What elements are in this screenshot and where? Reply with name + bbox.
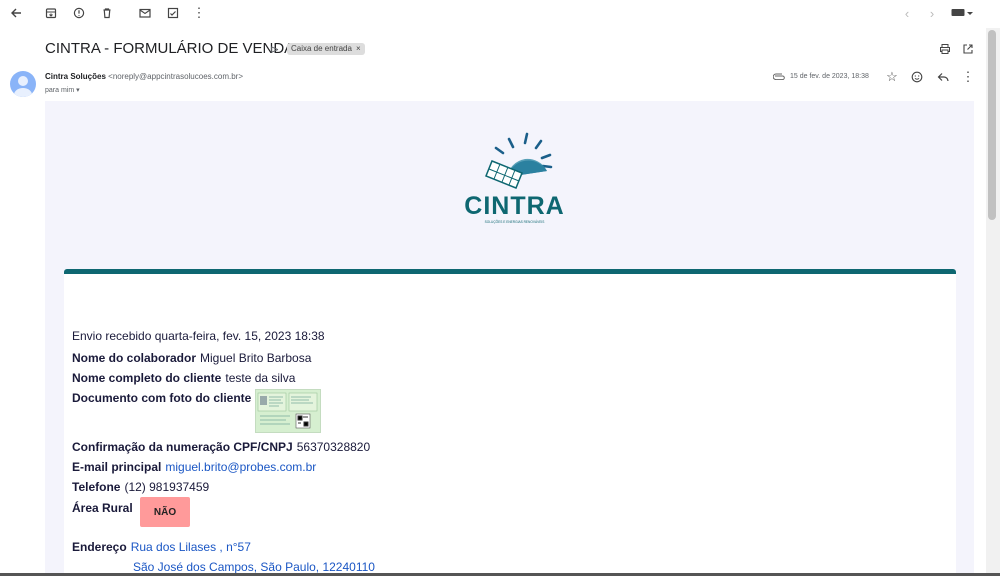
cpf-label: Confirmação da numeração CPF/CNPJ (72, 440, 293, 454)
field-client-name: Nome completo do cliente teste da silva (72, 371, 295, 385)
email-subject: CINTRA - FORMULÁRIO DE VENDA (45, 40, 295, 57)
phone-label: Telefone (72, 480, 121, 494)
collaborator-value: Miguel Brito Barbosa (200, 351, 312, 365)
attachment-icon (770, 67, 788, 85)
inbox-label-chip[interactable]: Caixa de entrada × (287, 43, 365, 55)
client-label: Nome completo do cliente (72, 371, 222, 385)
chevron-right-icon[interactable]: › (922, 4, 942, 22)
document-label: Documento com foto do cliente (72, 391, 252, 405)
email-label: E-mail principal (72, 460, 162, 474)
emoji-reaction-icon[interactable] (908, 68, 926, 86)
more-vert-icon[interactable]: ⋮ (189, 4, 209, 22)
report-icon[interactable] (69, 4, 89, 22)
phone-value: (12) 981937459 (124, 480, 210, 494)
field-rural: Área Rural (72, 501, 133, 515)
address-line2[interactable]: São José dos Campos, São Paulo, 12240110 (133, 560, 375, 574)
label-remove-icon[interactable]: × (356, 43, 361, 55)
print-icon[interactable] (936, 40, 954, 58)
field-address: Endereço Rua dos Lilases , n°57 (72, 540, 251, 554)
recipient-dropdown[interactable]: para mim ▾ (45, 86, 80, 94)
chevron-left-icon[interactable]: ‹ (897, 4, 917, 22)
field-phone: Telefone (12) 981937459 (72, 480, 209, 494)
importance-marker-icon[interactable]: ⊳ (270, 43, 279, 56)
collaborator-label: Nome do colaborador (72, 351, 197, 365)
trash-icon[interactable] (97, 4, 117, 22)
inbox-label-text: Caixa de entrada (291, 44, 352, 53)
open-in-new-window-icon[interactable] (959, 40, 977, 58)
received-timestamp: Envio recebido quarta-feira, fev. 15, 20… (72, 329, 325, 343)
form-card: Envio recebido quarta-feira, fev. 15, 20… (64, 269, 956, 576)
email-date: 15 de fev. de 2023, 18:38 (790, 73, 869, 80)
sender-avatar[interactable] (10, 71, 36, 97)
sender-email: <noreply@appcintrasolucoes.com.br> (108, 72, 243, 81)
id-document-thumbnail[interactable] (255, 389, 321, 433)
field-document: Documento com foto do cliente (72, 391, 251, 405)
cpf-value: 56370328820 (296, 440, 371, 454)
client-value: teste da silva (225, 371, 296, 385)
caret-down-icon: ▾ (76, 87, 80, 94)
rural-status-badge: NÃO (140, 497, 190, 527)
sender-line: Cintra Soluções <noreply@appcintrasoluco… (45, 72, 243, 81)
mail-icon[interactable] (135, 4, 155, 22)
scrollbar-thumb[interactable] (988, 30, 996, 220)
email-body: CINTRA SOLUÇÕES E ENERGIAS RENOVÁVEIS En… (45, 101, 974, 576)
email-link[interactable]: miguel.brito@probes.com.br (165, 460, 316, 474)
reply-icon[interactable] (934, 68, 952, 86)
address-label: Endereço (72, 540, 127, 554)
field-email: E-mail principal miguel.brito@probes.com.… (72, 460, 316, 474)
move-to-icon[interactable] (163, 4, 183, 22)
field-collaborator: Nome do colaborador Miguel Brito Barbosa (72, 351, 311, 365)
rural-label: Área Rural (72, 501, 133, 515)
star-icon[interactable]: ☆ (883, 68, 901, 86)
arrow-left-icon[interactable] (6, 4, 26, 22)
more-options-icon[interactable]: ⋮ (959, 68, 977, 86)
address-line1[interactable]: Rua dos Lilases , n°57 (131, 540, 251, 554)
logo-wordmark: CINTRA (464, 192, 564, 220)
keyboard-icon[interactable] (950, 4, 974, 22)
top-toolbar: ⋮ ‹ › (0, 0, 1000, 28)
logo-tagline: SOLUÇÕES E ENERGIAS RENOVÁVEIS (485, 219, 545, 224)
field-cpf: Confirmação da numeração CPF/CNPJ 5637032… (72, 440, 370, 454)
recipient-text: para mim (45, 87, 75, 94)
sender-name[interactable]: Cintra Soluções (45, 72, 106, 81)
archive-icon[interactable] (41, 4, 61, 22)
cintra-logo: CINTRA SOLUÇÕES E ENERGIAS RENOVÁVEIS (464, 132, 564, 224)
